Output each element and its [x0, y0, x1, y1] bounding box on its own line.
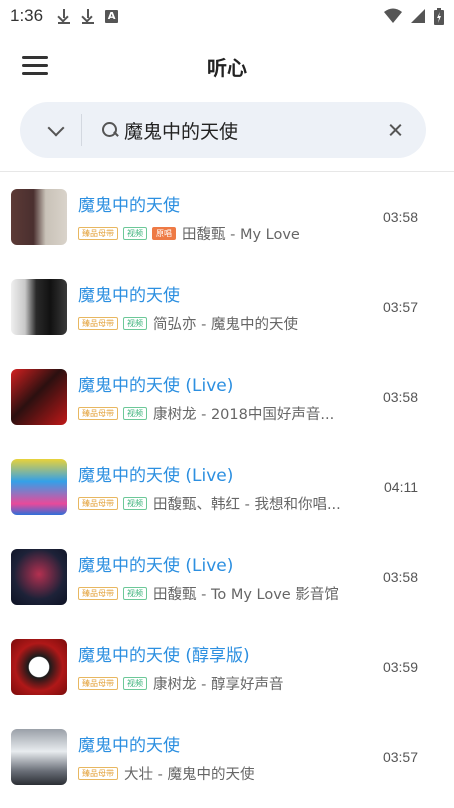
song-duration: 03:57	[382, 299, 418, 315]
notification-a-icon: A	[105, 9, 119, 23]
close-icon[interactable]	[386, 120, 406, 140]
chevron-down-icon[interactable]	[46, 120, 66, 140]
page-title: 听心	[207, 56, 247, 80]
song-title: 魔鬼中的天使	[78, 196, 180, 216]
signal-icon	[411, 9, 425, 23]
video-badge: 视频	[123, 676, 147, 690]
album-cover	[11, 369, 67, 425]
system-icons	[384, 7, 444, 25]
song-meta: 臻品母带 视频 田馥甄、韩红 - 我想和你唱...	[78, 493, 341, 513]
song-duration: 04:11	[384, 479, 418, 495]
video-badge: 视频	[123, 496, 147, 510]
song-meta: 臻品母带 大壮 - 魔鬼中的天使	[78, 763, 254, 783]
song-artist: 简弘亦 - 魔鬼中的天使	[153, 316, 298, 333]
song-artist: 田馥甄 - To My Love 影音馆	[153, 586, 339, 603]
song-artist: 田馥甄 - My Love	[182, 226, 300, 243]
song-duration: 03:58	[382, 209, 418, 225]
song-title: 魔鬼中的天使 (Live)	[78, 466, 234, 486]
song-title: 魔鬼中的天使 (醇享版)	[78, 646, 250, 666]
video-badge: 视频	[123, 226, 147, 240]
video-badge: 视频	[123, 406, 147, 420]
song-meta: 臻品母带 视频 原唱 田馥甄 - My Love	[78, 223, 300, 243]
song-duration: 03:59	[382, 659, 418, 675]
lossless-badge: 臻品母带	[78, 766, 118, 780]
song-artist: 康树龙 - 2018中国好声音...	[153, 406, 335, 423]
song-list: 魔鬼中的天使 臻品母带 视频 原唱 田馥甄 - My Love 03:58 魔鬼…	[0, 172, 454, 802]
status-time: 1:36	[10, 6, 44, 25]
video-badge: 视频	[123, 316, 147, 330]
notification-icons: A	[57, 8, 119, 24]
song-meta: 臻品母带 视频 康树龙 - 2018中国好声音...	[78, 403, 334, 423]
song-meta: 臻品母带 视频 简弘亦 - 魔鬼中的天使	[78, 313, 298, 333]
lossless-badge: 臻品母带	[78, 586, 118, 600]
song-artist: 康树龙 - 醇享好声音	[153, 676, 284, 693]
original-badge: 原唱	[152, 226, 176, 240]
lossless-badge: 臻品母带	[78, 496, 118, 510]
song-duration: 03:58	[382, 569, 418, 585]
album-cover	[11, 279, 67, 335]
album-cover	[11, 549, 67, 605]
album-cover	[11, 459, 67, 515]
song-duration: 03:58	[382, 389, 418, 405]
song-title: 魔鬼中的天使	[78, 736, 180, 756]
video-badge: 视频	[123, 586, 147, 600]
battery-icon	[434, 7, 444, 25]
lossless-badge: 臻品母带	[78, 316, 118, 330]
list-item[interactable]: 魔鬼中的天使 (Live) 臻品母带 视频 田馥甄、韩红 - 我想和你唱... …	[0, 442, 454, 532]
list-item[interactable]: 魔鬼中的天使 臻品母带 大壮 - 魔鬼中的天使 03:57	[0, 712, 454, 802]
list-item[interactable]: 魔鬼中的天使 (Live) 臻品母带 视频 田馥甄 - To My Love 影…	[0, 532, 454, 622]
lossless-badge: 臻品母带	[78, 226, 118, 240]
list-item[interactable]: 魔鬼中的天使 臻品母带 视频 原唱 田馥甄 - My Love 03:58	[0, 172, 454, 262]
search-divider	[81, 114, 82, 146]
album-cover	[11, 729, 67, 785]
download-icon	[57, 8, 71, 24]
song-meta: 臻品母带 视频 康树龙 - 醇享好声音	[78, 673, 283, 693]
search-icon	[100, 120, 120, 140]
search-bar	[20, 102, 426, 158]
status-bar: 1:36 A	[0, 0, 454, 32]
song-title: 魔鬼中的天使	[78, 286, 180, 306]
list-item[interactable]: 魔鬼中的天使 臻品母带 视频 简弘亦 - 魔鬼中的天使 03:57	[0, 262, 454, 352]
search-input[interactable]	[124, 114, 374, 146]
lossless-badge: 臻品母带	[78, 406, 118, 420]
song-meta: 臻品母带 视频 田馥甄 - To My Love 影音馆	[78, 583, 339, 603]
song-duration: 03:57	[382, 749, 418, 765]
lossless-badge: 臻品母带	[78, 676, 118, 690]
app-header: 听心	[0, 40, 454, 92]
list-item[interactable]: 魔鬼中的天使 (醇享版) 臻品母带 视频 康树龙 - 醇享好声音 03:59	[0, 622, 454, 712]
song-artist: 大壮 - 魔鬼中的天使	[124, 766, 255, 783]
wifi-icon	[384, 8, 402, 23]
list-item[interactable]: 魔鬼中的天使 (Live) 臻品母带 视频 康树龙 - 2018中国好声音...…	[0, 352, 454, 442]
album-cover	[11, 639, 67, 695]
song-title: 魔鬼中的天使 (Live)	[78, 556, 234, 576]
download-icon	[81, 8, 95, 24]
song-artist: 田馥甄、韩红 - 我想和你唱...	[153, 496, 341, 513]
song-title: 魔鬼中的天使 (Live)	[78, 376, 234, 396]
album-cover	[11, 189, 67, 245]
